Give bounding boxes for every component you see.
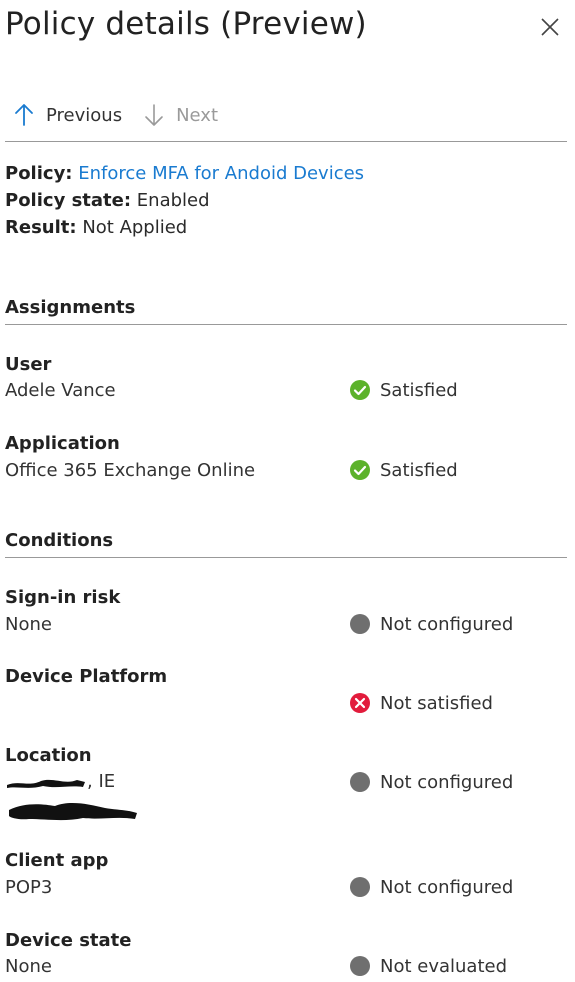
policy-summary: Policy: Enforce MFA for Andoid Devices P… — [5, 160, 364, 241]
application-status: Satisfied — [349, 459, 458, 481]
conditions-heading: Conditions — [5, 530, 114, 551]
policy-link[interactable]: Enforce MFA for Andoid Devices — [78, 163, 364, 184]
close-button[interactable] — [538, 15, 562, 39]
assignments-divider — [5, 324, 567, 325]
gray-dot-icon — [350, 956, 370, 976]
sign-in-risk-status-label: Not configured — [380, 613, 514, 635]
arrow-up-icon — [15, 104, 33, 126]
sign-in-risk-label: Sign-in risk — [5, 587, 121, 608]
next-button[interactable]: Next — [144, 103, 218, 127]
check-circle-icon — [350, 380, 370, 400]
assignments-heading: Assignments — [5, 297, 136, 318]
device-state-status-label: Not evaluated — [380, 955, 508, 977]
application-value: Office 365 Exchange Online — [5, 460, 256, 481]
redaction-scribble — [9, 802, 137, 821]
gray-dot-icon — [350, 772, 370, 792]
arrow-down-icon — [145, 104, 163, 126]
result-row: Result: Not Applied — [5, 214, 364, 241]
check-circle-icon — [350, 460, 370, 480]
policy-state-value: Enabled — [136, 190, 210, 211]
user-status: Satisfied — [349, 379, 458, 401]
result-value: Not Applied — [82, 217, 188, 238]
user-value: Adele Vance — [5, 380, 116, 401]
location-value-text: , IE — [87, 771, 116, 792]
gray-dot-icon — [350, 877, 370, 897]
sign-in-risk-value: None — [5, 614, 52, 635]
client-app-status: Not configured — [349, 876, 513, 898]
previous-button[interactable]: Previous — [14, 103, 122, 127]
device-platform-status: Not satisfied — [349, 692, 493, 714]
previous-label: Previous — [46, 104, 123, 126]
client-app-value: POP3 — [5, 877, 53, 898]
location-status-label: Not configured — [380, 771, 514, 793]
device-state-label: Device state — [5, 930, 132, 951]
policy-label: Policy: — [5, 163, 73, 184]
user-label: User — [5, 354, 52, 375]
divider — [5, 141, 567, 142]
page-title: Policy details (Preview) — [5, 6, 367, 42]
policy-row: Policy: Enforce MFA for Andoid Devices — [5, 160, 364, 187]
location-label: Location — [5, 745, 92, 766]
next-label: Next — [176, 104, 219, 126]
application-status-label: Satisfied — [380, 459, 458, 481]
device-platform-status-label: Not satisfied — [380, 692, 493, 714]
client-app-label: Client app — [5, 850, 109, 871]
redaction-scribble — [7, 779, 85, 788]
device-state-status: Not evaluated — [349, 955, 507, 977]
location-status: Not configured — [349, 771, 513, 793]
error-circle-icon — [350, 693, 370, 713]
gray-dot-icon — [350, 614, 370, 634]
location-value: , IE — [5, 771, 115, 792]
application-label: Application — [5, 433, 120, 454]
client-app-status-label: Not configured — [380, 876, 514, 898]
sign-in-risk-status: Not configured — [349, 613, 513, 635]
policy-state-row: Policy state: Enabled — [5, 187, 364, 214]
close-icon — [541, 18, 559, 36]
device-state-value: None — [5, 956, 52, 977]
user-status-label: Satisfied — [380, 379, 458, 401]
conditions-divider — [5, 557, 567, 558]
device-platform-label: Device Platform — [5, 666, 168, 687]
navigation-bar: Previous Next — [14, 100, 240, 130]
result-label: Result: — [5, 217, 77, 238]
policy-state-label: Policy state: — [5, 190, 132, 211]
